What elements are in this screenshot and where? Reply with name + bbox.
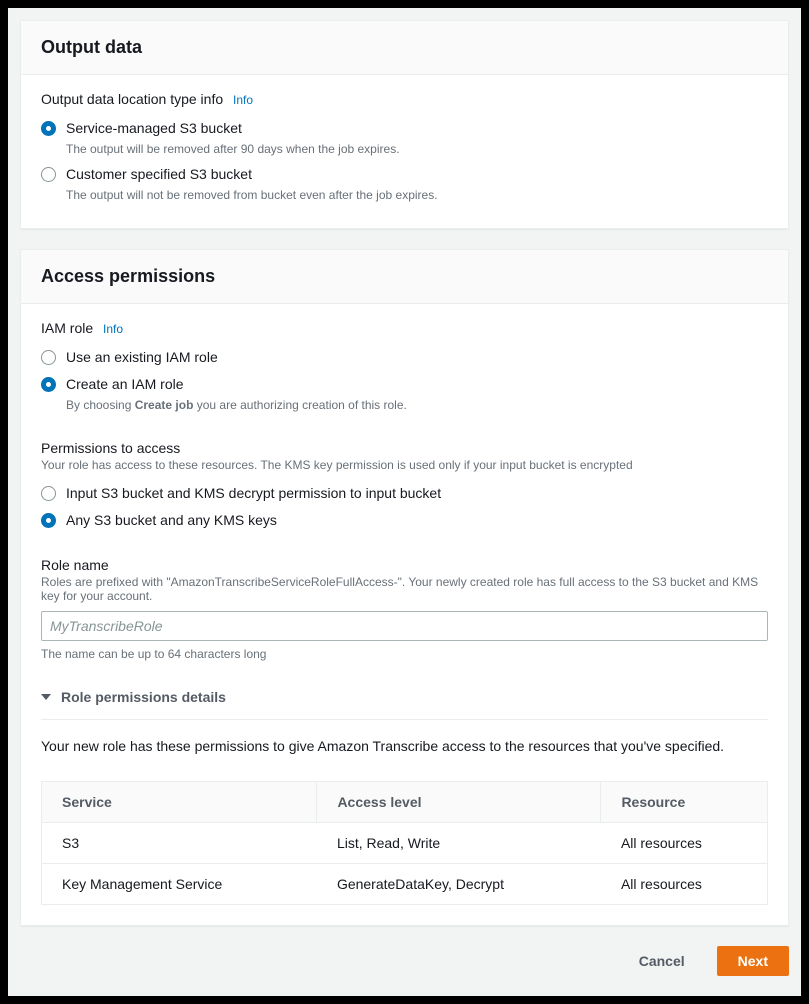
permissions-radio-group: Input S3 bucket and KMS decrypt permissi… (41, 480, 768, 535)
access-permissions-panel: Access permissions IAM role Info Use an … (20, 249, 789, 926)
output-info-link[interactable]: Info (233, 93, 253, 107)
access-permissions-header: Access permissions (21, 250, 788, 304)
cell-service: S3 (42, 822, 317, 863)
radio-any-s3-kms[interactable]: Any S3 bucket and any KMS keys (41, 507, 768, 535)
iam-role-label: IAM role (41, 320, 93, 336)
access-permissions-body: IAM role Info Use an existing IAM role C… (21, 304, 788, 925)
radio-icon (41, 513, 56, 528)
table-row: S3 List, Read, Write All resources (42, 822, 768, 863)
cell-resource: All resources (601, 822, 768, 863)
output-data-title: Output data (41, 37, 768, 58)
radio-desc: The output will be removed after 90 days… (66, 141, 400, 158)
radio-input-s3-kms[interactable]: Input S3 bucket and KMS decrypt permissi… (41, 480, 768, 508)
cancel-button[interactable]: Cancel (619, 947, 705, 975)
radio-label: Input S3 bucket and KMS decrypt permissi… (66, 484, 441, 504)
permissions-table: Service Access level Resource S3 List, R… (41, 781, 768, 905)
page-container: Output data Output data location type in… (8, 8, 801, 996)
cell-resource: All resources (601, 863, 768, 904)
output-data-header: Output data (21, 21, 788, 75)
radio-customer-specified-bucket[interactable]: Customer specified S3 bucket The output … (41, 161, 768, 207)
footer-actions: Cancel Next (20, 946, 789, 976)
role-permissions-details-toggle[interactable]: Role permissions details (41, 689, 768, 720)
radio-label: Any S3 bucket and any KMS keys (66, 511, 277, 531)
role-permissions-details-desc: Your new role has these permissions to g… (41, 736, 768, 757)
iam-info-link[interactable]: Info (103, 322, 123, 336)
radio-use-existing-role[interactable]: Use an existing IAM role (41, 344, 768, 372)
th-service: Service (42, 781, 317, 822)
role-name-section: Role name Roles are prefixed with "Amazo… (41, 557, 768, 661)
radio-create-iam-role[interactable]: Create an IAM role By choosing Create jo… (41, 371, 768, 417)
cell-service: Key Management Service (42, 863, 317, 904)
cell-access-level: List, Read, Write (317, 822, 601, 863)
cell-access-level: GenerateDataKey, Decrypt (317, 863, 601, 904)
th-access-level: Access level (317, 781, 601, 822)
radio-icon (41, 486, 56, 501)
caret-down-icon (41, 694, 51, 700)
output-data-body: Output data location type info Info Serv… (21, 75, 788, 228)
radio-desc: The output will not be removed from buck… (66, 187, 438, 204)
radio-label: Customer specified S3 bucket (66, 165, 438, 185)
radio-icon (41, 350, 56, 365)
table-row: Key Management Service GenerateDataKey, … (42, 863, 768, 904)
output-location-radio-group: Service-managed S3 bucket The output wil… (41, 115, 768, 208)
role-name-label: Role name (41, 557, 768, 573)
permissions-to-access-section: Permissions to access Your role has acce… (41, 440, 768, 535)
permissions-label: Permissions to access (41, 440, 768, 456)
role-name-hint: The name can be up to 64 characters long (41, 647, 768, 661)
output-location-label-row: Output data location type info Info (41, 91, 768, 107)
output-location-label: Output data location type info (41, 91, 223, 107)
role-name-desc: Roles are prefixed with "AmazonTranscrib… (41, 575, 768, 603)
iam-role-label-row: IAM role Info (41, 320, 768, 336)
permissions-desc: Your role has access to these resources.… (41, 458, 768, 472)
table-header-row: Service Access level Resource (42, 781, 768, 822)
output-data-panel: Output data Output data location type in… (20, 20, 789, 229)
radio-label: Service-managed S3 bucket (66, 119, 400, 139)
radio-label: Create an IAM role (66, 375, 407, 395)
radio-label: Use an existing IAM role (66, 348, 218, 368)
radio-service-managed-bucket[interactable]: Service-managed S3 bucket The output wil… (41, 115, 768, 161)
radio-desc: By choosing Create job you are authorizi… (66, 397, 407, 414)
th-resource: Resource (601, 781, 768, 822)
radio-icon (41, 121, 56, 136)
role-name-input[interactable] (41, 611, 768, 641)
access-permissions-title: Access permissions (41, 266, 768, 287)
radio-icon (41, 377, 56, 392)
radio-icon (41, 167, 56, 182)
next-button[interactable]: Next (717, 946, 789, 976)
iam-role-radio-group: Use an existing IAM role Create an IAM r… (41, 344, 768, 418)
role-permissions-details-title: Role permissions details (61, 689, 226, 705)
